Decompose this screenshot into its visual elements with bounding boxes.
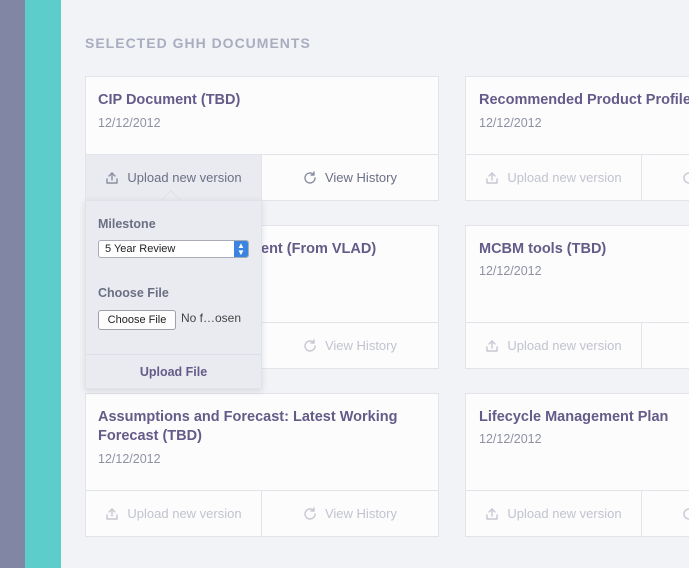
history-label: View History <box>324 170 397 185</box>
history-icon <box>682 171 689 185</box>
upload-popover: Milestone 5 Year Review ▲ ▼ Choose File C… <box>85 200 262 389</box>
upload-label: Upload new version <box>507 338 622 353</box>
upload-icon <box>485 339 499 353</box>
accent-rail <box>25 0 61 568</box>
choose-file-label: Choose File <box>98 286 169 300</box>
upload-file-button[interactable]: Upload File <box>86 354 261 388</box>
card-title: Recommended Product Profile <box>479 92 689 108</box>
upload-new-version-button[interactable]: Upload new version <box>466 491 642 536</box>
upload-label: Upload new version <box>507 506 622 521</box>
history-label: View History <box>324 338 397 353</box>
card-date: 12/12/2012 <box>479 432 542 446</box>
history-icon <box>303 506 317 521</box>
view-history-button[interactable] <box>642 491 689 536</box>
choose-file-button[interactable]: Choose File <box>98 310 176 330</box>
upload-new-version-button[interactable]: Upload new version <box>466 155 642 200</box>
view-history-button[interactable] <box>642 155 689 200</box>
view-history-button[interactable] <box>642 323 689 368</box>
card-title: MCBM tools (TBD) <box>479 241 607 257</box>
view-history-button[interactable]: View History <box>262 491 438 536</box>
document-card: MCBM tools (TBD) 12/12/2012 Upload new v… <box>465 225 689 369</box>
upload-label: Upload new version <box>127 506 242 521</box>
milestone-select[interactable]: 5 Year Review ▲ ▼ <box>98 240 249 258</box>
card-actions: Upload new version View History <box>86 154 438 200</box>
history-label: View History <box>324 506 397 521</box>
card-actions: Upload new version View History <box>86 490 438 536</box>
document-card: Assumptions and Forecast: Latest Working… <box>85 393 439 537</box>
card-actions: Upload new version <box>466 490 689 536</box>
document-card: Lifecycle Management Plan 12/12/2012 Upl… <box>465 393 689 537</box>
document-card: Recommended Product Profile 12/12/2012 U… <box>465 76 689 201</box>
document-card: CIP Document (TBD) 12/12/2012 Upload new… <box>85 76 439 201</box>
upload-new-version-button[interactable]: Upload new version <box>86 491 262 536</box>
upload-new-version-button[interactable]: Upload new version <box>466 323 642 368</box>
card-actions: Upload new version <box>466 154 689 200</box>
card-title: ent (From VLAD) <box>261 241 377 257</box>
card-date: 12/12/2012 <box>98 116 161 130</box>
card-date: 12/12/2012 <box>479 116 542 130</box>
select-arrows-icon: ▲ ▼ <box>234 241 248 257</box>
card-date: 12/12/2012 <box>98 452 161 466</box>
card-date: 12/12/2012 <box>479 264 542 278</box>
milestone-label: Milestone <box>98 217 156 231</box>
history-icon <box>303 338 317 353</box>
view-history-button[interactable]: View History <box>262 155 438 200</box>
card-title: CIP Document (TBD) <box>98 92 241 108</box>
card-title: Assumptions and Forecast: Latest Working… <box>98 409 398 444</box>
file-status: No f…osen <box>181 311 242 325</box>
upload-label: Upload new version <box>127 170 242 185</box>
upload-icon <box>485 507 499 521</box>
milestone-selected-value: 5 Year Review <box>105 243 176 255</box>
left-rail <box>0 0 25 568</box>
upload-icon <box>105 507 119 521</box>
history-icon <box>682 507 689 521</box>
card-actions: Upload new version <box>466 322 689 368</box>
history-icon <box>303 170 317 185</box>
card-title: Lifecycle Management Plan <box>479 409 669 425</box>
upload-icon <box>485 171 499 185</box>
upload-icon <box>105 171 119 185</box>
view-history-button[interactable]: View History <box>262 323 438 368</box>
section-title: SELECTED GHH DOCUMENTS <box>85 35 311 51</box>
upload-label: Upload new version <box>507 170 622 185</box>
